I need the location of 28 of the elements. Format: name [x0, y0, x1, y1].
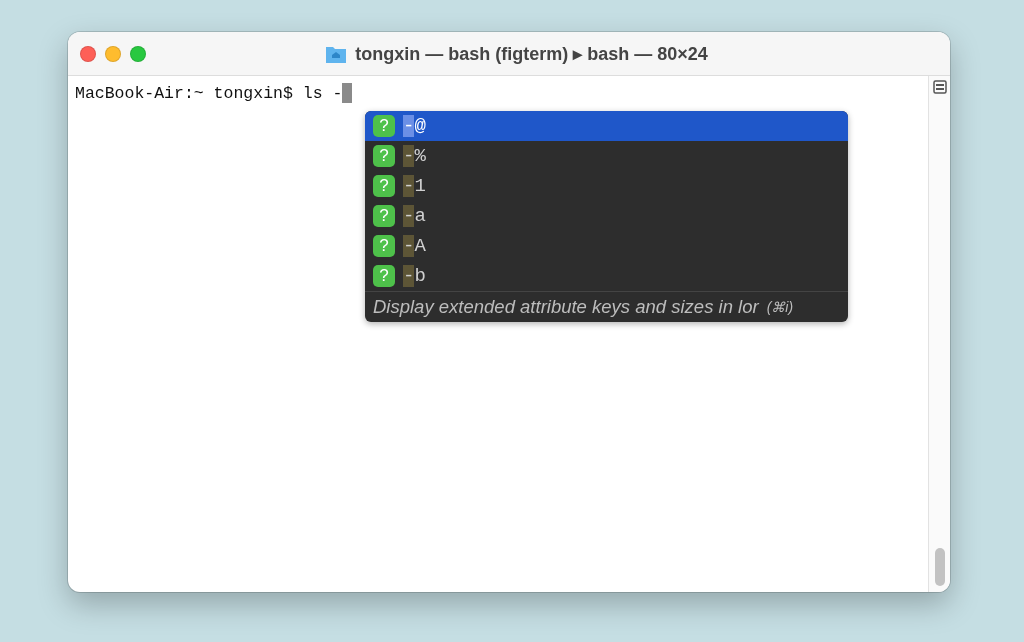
command-line: MacBook-Air:~ tongxin$ ls -: [75, 81, 921, 105]
suggestion-label: -a: [403, 205, 426, 227]
unknown-icon: ?: [373, 145, 395, 167]
suggestion-item[interactable]: ? -b: [365, 261, 848, 291]
suggestion-item[interactable]: ? -A: [365, 231, 848, 261]
zoom-button[interactable]: [130, 45, 146, 62]
suggestion-item[interactable]: ? -%: [365, 141, 848, 171]
suggestion-description: Display extended attribute keys and sizes in lor: [373, 296, 759, 318]
suggestion-item[interactable]: ? -@: [365, 111, 848, 141]
close-button[interactable]: [80, 45, 96, 62]
suggestion-item[interactable]: ? -a: [365, 201, 848, 231]
unknown-icon: ?: [373, 175, 395, 197]
scrollbar-thumb[interactable]: [934, 548, 945, 586]
suggestion-label: -A: [403, 235, 426, 257]
suggestion-label: -1: [403, 175, 426, 197]
suggestion-label: -b: [403, 265, 426, 287]
suggestion-item[interactable]: ? -1: [365, 171, 848, 201]
window-title: tongxin — bash (figterm) ▸ bash — 80×24: [355, 42, 708, 65]
minimize-button[interactable]: [105, 45, 121, 62]
shortcut-hint: (⌘i): [766, 299, 794, 315]
suggestion-label: -%: [403, 145, 426, 167]
unknown-icon: ?: [373, 265, 395, 287]
unknown-icon: ?: [373, 235, 395, 257]
text-cursor: [342, 83, 353, 103]
unknown-icon: ?: [373, 115, 395, 137]
split-pane-icon[interactable]: [932, 80, 947, 94]
suggestion-label: -@: [403, 115, 426, 137]
unknown-icon: ?: [373, 205, 395, 227]
